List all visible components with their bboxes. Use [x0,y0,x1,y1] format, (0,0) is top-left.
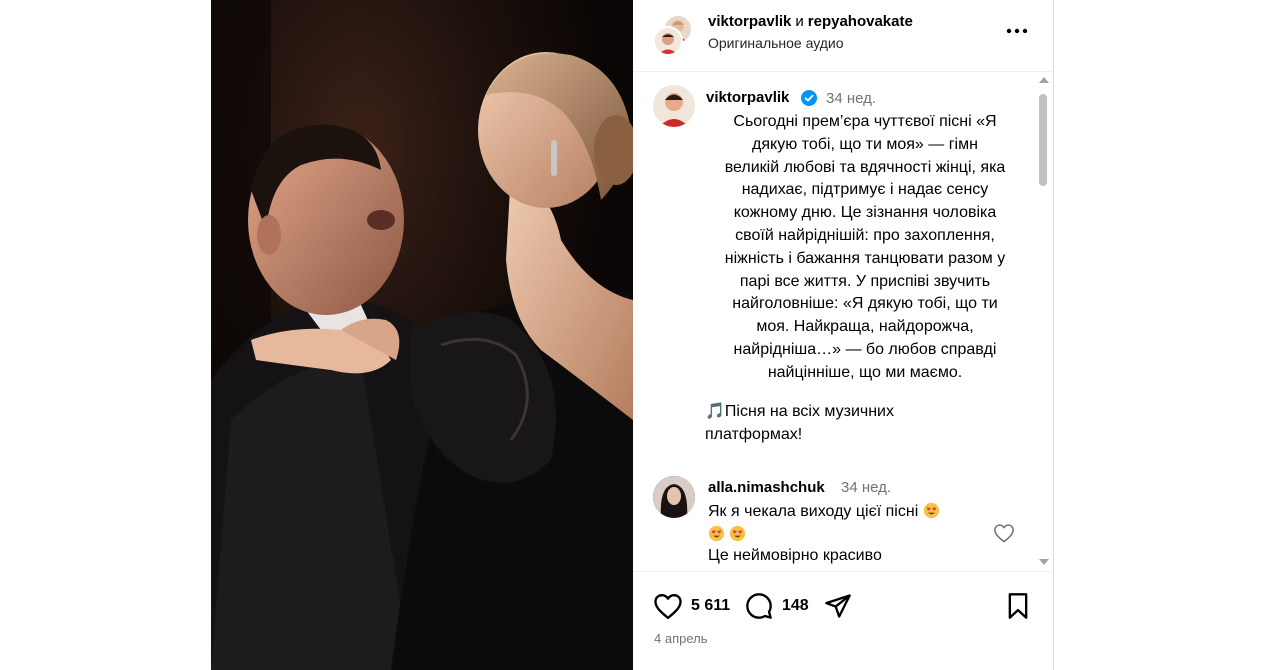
save-button[interactable] [1005,592,1031,620]
comment-text-body: Як я чекала виходу цієї пісні [708,503,919,520]
scrollbar[interactable] [1036,73,1050,570]
post-side-panel: viktorpavlik и repyahovakate Оригинальное … [633,0,1054,670]
comments-count[interactable]: 148 [782,597,809,615]
caption-text: Сьогодні прем’єра чуттєвої пісні «Я дяку… [724,113,1006,381]
post-photo-image [211,0,633,670]
header-conjunction: и [795,13,804,30]
header-user1[interactable]: viktorpavlik [708,13,791,30]
heart-eyes-emoji-icon [923,502,939,519]
scroll-down-arrow[interactable] [1039,559,1049,565]
comment-like-button[interactable] [993,523,1015,543]
caption-username[interactable]: viktorpavlik [706,89,789,106]
bookmark-icon [1008,593,1028,619]
post-actions: 5 611 148 4 апрель [633,571,1054,670]
comment-username[interactable]: alla.nimashchuk [708,479,825,496]
avatar[interactable] [653,26,683,56]
heart-eyes-emoji-icon [730,525,746,541]
header-usernames: viktorpavlik и repyahovakate [708,13,913,30]
comment-avatar[interactable] [653,476,695,518]
post-date[interactable]: 4 апрель [654,631,708,646]
more-horizontal-icon [1006,28,1028,34]
verified-badge-icon [801,90,817,106]
audio-link[interactable]: Оригинальное аудио [708,35,844,51]
heart-outline-icon [654,593,682,620]
comment-timestamp[interactable]: 34 нед. [841,479,891,496]
header-user2[interactable]: repyahovakate [808,13,913,30]
caption-music-text: Пісня на всіх музичних платформах! [705,403,894,443]
comment-bubble-icon [746,593,772,619]
comment-text-2: Це неймовірно красиво [708,547,882,564]
paper-plane-icon [825,594,851,618]
caption-music-line: 🎵Пісня на всіх музичних платформах! [705,401,925,447]
likes-count[interactable]: 5 611 [691,597,730,615]
music-note-icon: 🎵 [705,403,725,420]
more-options-button[interactable] [1005,21,1029,44]
scroll-up-arrow[interactable] [1039,77,1049,83]
scroll-thumb[interactable] [1039,94,1047,186]
comment-button[interactable] [745,592,773,620]
share-button[interactable] [823,592,853,620]
post-header: viktorpavlik и repyahovakate Оригинальное … [633,0,1054,72]
post-photo[interactable] [211,0,633,670]
heart-outline-icon [994,524,1014,543]
comments-scroll-area[interactable]: viktorpavlik 34 нед. Сьогодні прем’єра ч… [633,73,1054,570]
comment-text: Як я чекала виходу цієї пісні [708,501,968,547]
like-button[interactable] [653,592,683,620]
caption-avatar[interactable] [653,85,695,127]
collab-avatars[interactable] [653,14,695,56]
caption-timestamp[interactable]: 34 нед. [826,90,876,107]
heart-eyes-emoji-icon [708,525,725,541]
